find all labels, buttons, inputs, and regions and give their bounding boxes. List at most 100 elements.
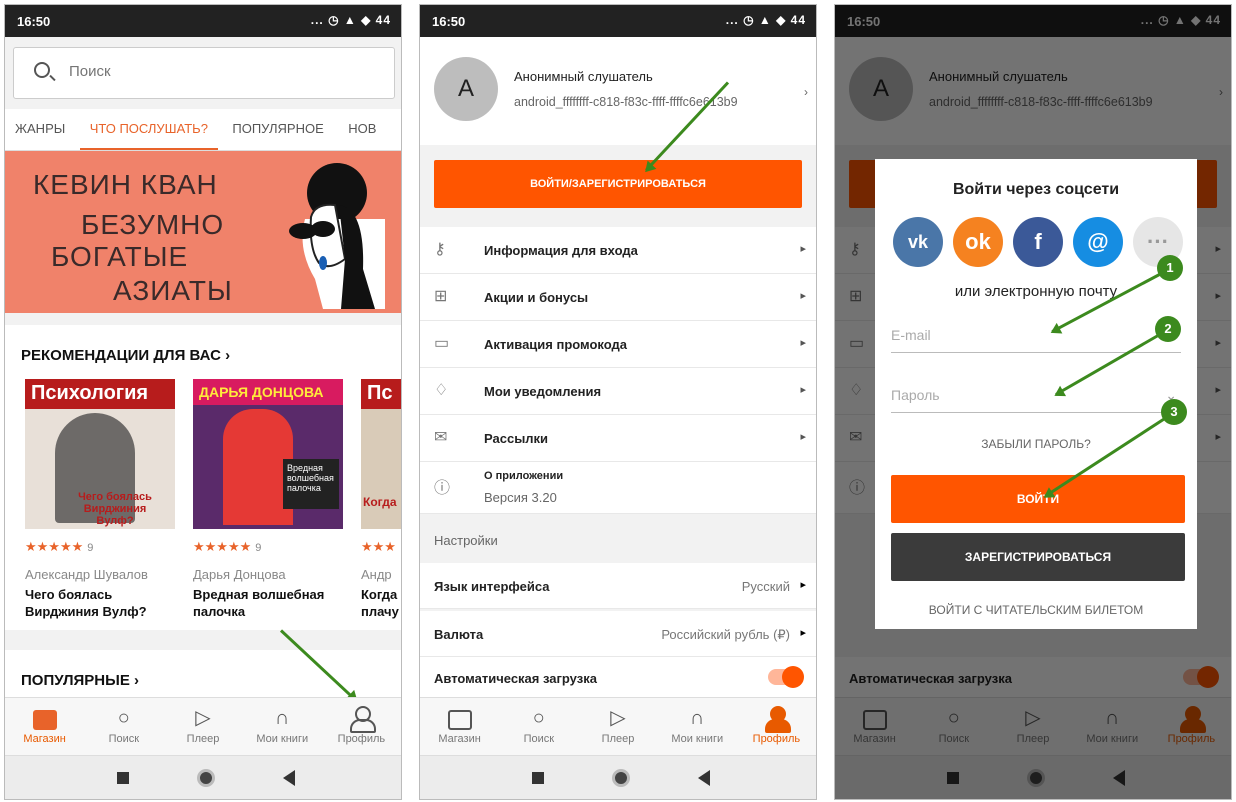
avatar: A: [434, 57, 498, 121]
setting-currency[interactable]: Валюта Российский рубль (₽) ▸: [420, 611, 816, 657]
login-button[interactable]: ВОЙТИ: [891, 475, 1185, 523]
popular-section: ПОПУЛЯРНЫЕ ›: [5, 650, 401, 702]
profile-header[interactable]: A Анонимный слушатель android_ffffffff-c…: [420, 37, 816, 145]
banner-line: БОГАТЫЕ: [51, 241, 189, 272]
tab-store[interactable]: Магазин: [420, 698, 499, 755]
promo-banner[interactable]: КЕВИН КВАН БЕЗУМНО БОГАТЫЕ АЗИАТЫ: [5, 151, 401, 313]
tab-what-to-listen[interactable]: ЧТО ПОСЛУШАТЬ?: [79, 109, 218, 150]
chevron-right-icon: ▸: [800, 627, 806, 639]
book-cover: Пс Когда: [361, 379, 401, 529]
store-icon: [447, 710, 472, 730]
tab-search[interactable]: ○ Поиск: [84, 698, 163, 755]
search-icon: [34, 62, 50, 78]
search-bar[interactable]: [13, 47, 395, 99]
menu-item-login-info[interactable]: ⚷ Информация для входа ▸: [420, 227, 816, 274]
status-bar: 16:50 ... ◷ ▲ ◆ 44: [5, 5, 401, 37]
login-dialog: Войти через соцсети vk ok f @ ··· или эл…: [875, 159, 1197, 629]
book-cover: Психология Чего боялась Вирджиния Вулф?: [25, 379, 175, 529]
book-card[interactable]: Пс Когда ★★★ Андр Когда плачу: [361, 379, 401, 620]
chevron-right-icon: ›: [804, 85, 808, 99]
menu-item-promotions[interactable]: ⊞ Акции и бонусы ▸: [420, 274, 816, 321]
category-tabs: ЖАНРЫ ЧТО ПОСЛУШАТЬ? ПОПУЛЯРНОЕ НОВ: [5, 109, 401, 151]
tab-genres[interactable]: ЖАНРЫ: [5, 109, 75, 150]
autoload-toggle[interactable]: [768, 666, 804, 688]
search-icon: ○: [532, 707, 545, 729]
book-title: Вредная волшебная палочка: [193, 587, 325, 619]
back-icon[interactable]: [698, 770, 710, 786]
vk-icon[interactable]: vk: [893, 217, 943, 267]
tab-store[interactable]: Магазин: [5, 698, 84, 755]
book-card[interactable]: Психология Чего боялась Вирджиния Вулф? …: [25, 379, 175, 620]
section-title[interactable]: РЕКОМЕНДАЦИИ ДЛЯ ВАС ›: [21, 347, 230, 364]
recents-icon[interactable]: [532, 772, 544, 784]
rating-stars: ★★★★★ 9: [193, 539, 262, 554]
register-button[interactable]: ЗАРЕГИСТРИРОВАТЬСЯ: [891, 533, 1185, 581]
tab-player[interactable]: ▷ Плеер: [163, 698, 242, 755]
tab-my-books[interactable]: ∩ Мои книги: [243, 698, 322, 755]
tab-profile[interactable]: Профиль: [737, 698, 816, 755]
tab-search[interactable]: ○ Поиск: [499, 698, 578, 755]
gift-icon: ⊞: [434, 288, 448, 305]
ticket-icon: ▭: [434, 335, 450, 352]
facebook-icon[interactable]: f: [1013, 217, 1063, 267]
bottom-tab-bar: Магазин ○Поиск ▷Плеер ∩Мои книги Профиль: [5, 697, 401, 755]
book-title: Чего боялась Вирджиния Вулф?: [25, 587, 147, 619]
recommendations-section: РЕКОМЕНДАЦИИ ДЛЯ ВАС › Психология Чего б…: [5, 325, 401, 630]
back-icon[interactable]: [283, 770, 295, 786]
forgot-password-link[interactable]: ЗАБЫЛИ ПАРОЛЬ?: [875, 437, 1197, 451]
bottom-tab-bar: Магазин ○Поиск ▷Плеер ∩Мои книги Профиль: [420, 697, 816, 755]
search-input[interactable]: [69, 63, 369, 80]
banner-line: БЕЗУМНО: [81, 209, 225, 240]
book-card[interactable]: ДАРЬЯ ДОНЦОВА Вредная волшебная палочка …: [193, 379, 343, 620]
status-time: 16:50: [17, 14, 51, 29]
mailru-icon[interactable]: @: [1073, 217, 1123, 267]
setting-autoload: Автоматическая загрузка: [420, 657, 816, 699]
dialog-title: Войти через соцсети: [952, 181, 1120, 198]
rating-stars: ★★★★★ 9: [25, 539, 94, 554]
phone-screen-login-dialog: 16:50 ... ◷ ▲ ◆ 44 A Анонимный слушатель…: [834, 4, 1232, 800]
reader-ticket-login-link[interactable]: ВОЙТИ С ЧИТАТЕЛЬСКИМ БИЛЕТОМ: [875, 603, 1197, 617]
book-cover: ДАРЬЯ ДОНЦОВА Вредная волшебная палочка: [193, 379, 343, 529]
step-marker: 2: [1155, 316, 1181, 342]
woman-portrait-illustration: [289, 163, 385, 309]
login-register-button[interactable]: ВОЙТИ/ЗАРЕГИСТРИРОВАТЬСЯ: [434, 160, 802, 208]
phone-screen-profile: 16:50 ... ◷ ▲ ◆ 44 A Анонимный слушатель…: [419, 4, 817, 800]
home-icon[interactable]: [612, 769, 630, 787]
system-nav-bar: [5, 755, 401, 799]
book-title: Когда плачу: [361, 587, 399, 619]
banner-line: КЕВИН КВАН: [33, 169, 218, 200]
recents-icon[interactable]: [117, 772, 129, 784]
tab-player[interactable]: ▷ Плеер: [578, 698, 657, 755]
tab-profile[interactable]: Профиль: [322, 698, 401, 755]
password-field[interactable]: Пароль ⌄: [891, 377, 1181, 413]
home-icon[interactable]: [197, 769, 215, 787]
chevron-right-icon: ▸: [800, 579, 806, 591]
chevron-right-icon: ▸: [800, 290, 806, 302]
key-icon: ⚷: [434, 241, 446, 258]
section-title[interactable]: ПОПУЛЯРНЫЕ ›: [21, 672, 139, 689]
tab-popular[interactable]: ПОПУЛЯРНОЕ: [222, 109, 333, 150]
search-icon: ○: [117, 707, 130, 729]
system-nav-bar: [420, 755, 816, 799]
setting-language[interactable]: Язык интерфейса Русский ▸: [420, 563, 816, 609]
odnoklassniki-icon[interactable]: ok: [953, 217, 1003, 267]
chevron-right-icon: ▸: [800, 337, 806, 349]
rating-stars: ★★★: [361, 539, 396, 554]
book-author: Дарья Донцова: [193, 567, 286, 582]
headphones-icon: ∩: [690, 707, 705, 729]
tab-my-books[interactable]: ∩ Мои книги: [658, 698, 737, 755]
step-marker: 1: [1157, 255, 1183, 281]
tab-new[interactable]: НОВ: [338, 109, 386, 150]
menu-item-notifications[interactable]: ♢ Мои уведомления ▸: [420, 368, 816, 415]
status-bar: 16:50 ... ◷ ▲ ◆ 44: [420, 5, 816, 37]
chevron-right-icon: ▸: [800, 243, 806, 255]
profile-icon: [349, 706, 377, 733]
menu-item-promo-code[interactable]: ▭ Активация промокода ▸: [420, 321, 816, 368]
settings-heading: Настройки: [434, 533, 498, 548]
play-icon: ▷: [610, 707, 626, 729]
status-time: 16:50: [432, 14, 466, 29]
menu-item-newsletters[interactable]: ✉ Рассылки ▸: [420, 415, 816, 462]
store-icon: [32, 710, 57, 730]
book-author: Андр: [361, 567, 392, 582]
menu-item-about[interactable]: ⓘ О приложении Версия 3.20: [420, 462, 816, 514]
